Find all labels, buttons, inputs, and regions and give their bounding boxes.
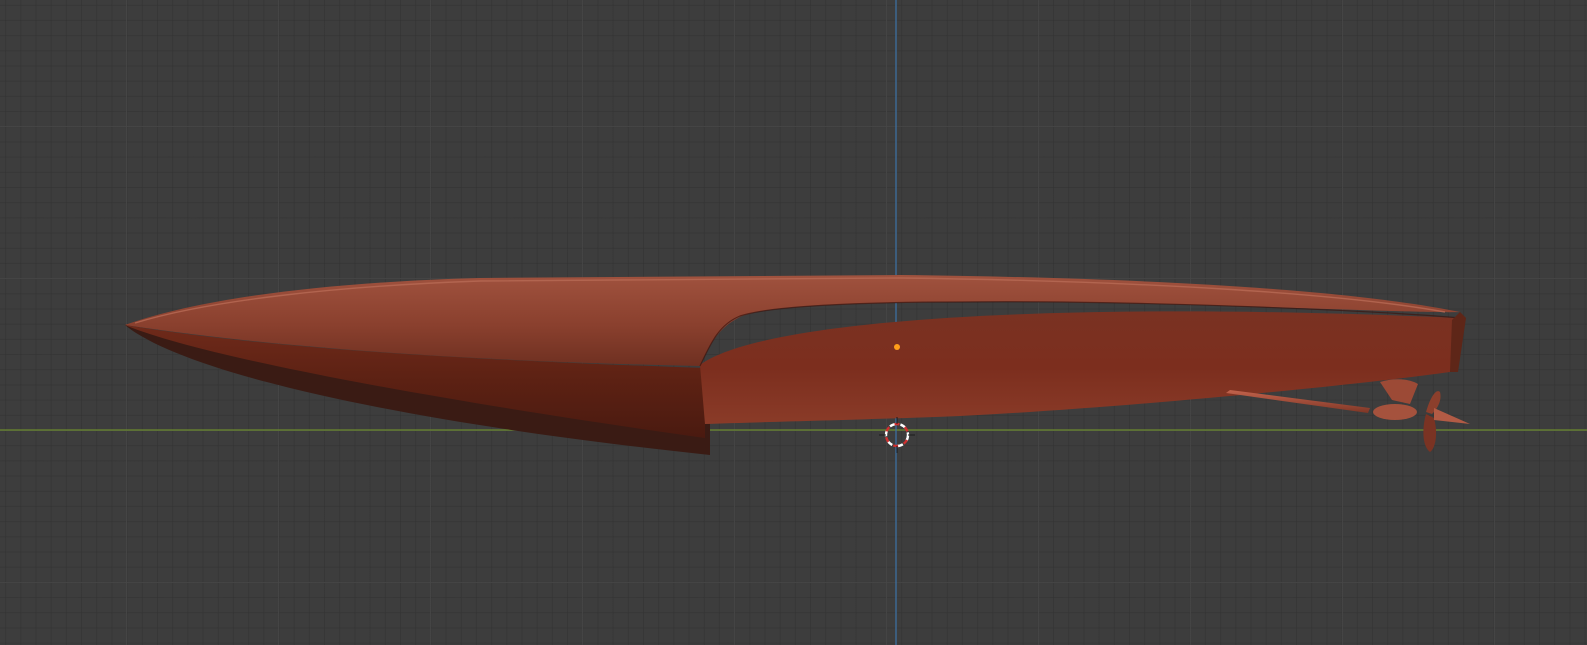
- 3d-viewport[interactable]: [0, 0, 1587, 645]
- propeller-cone[interactable]: [1434, 408, 1470, 424]
- object-origin: [894, 344, 900, 350]
- 3d-cursor-icon[interactable]: [879, 417, 915, 453]
- propeller-shaft[interactable]: [1226, 390, 1370, 413]
- hull-transom[interactable]: [1450, 312, 1466, 372]
- viewport-scene: [0, 0, 1587, 645]
- propeller-hub[interactable]: [1373, 404, 1417, 420]
- propeller-strut[interactable]: [1380, 379, 1418, 404]
